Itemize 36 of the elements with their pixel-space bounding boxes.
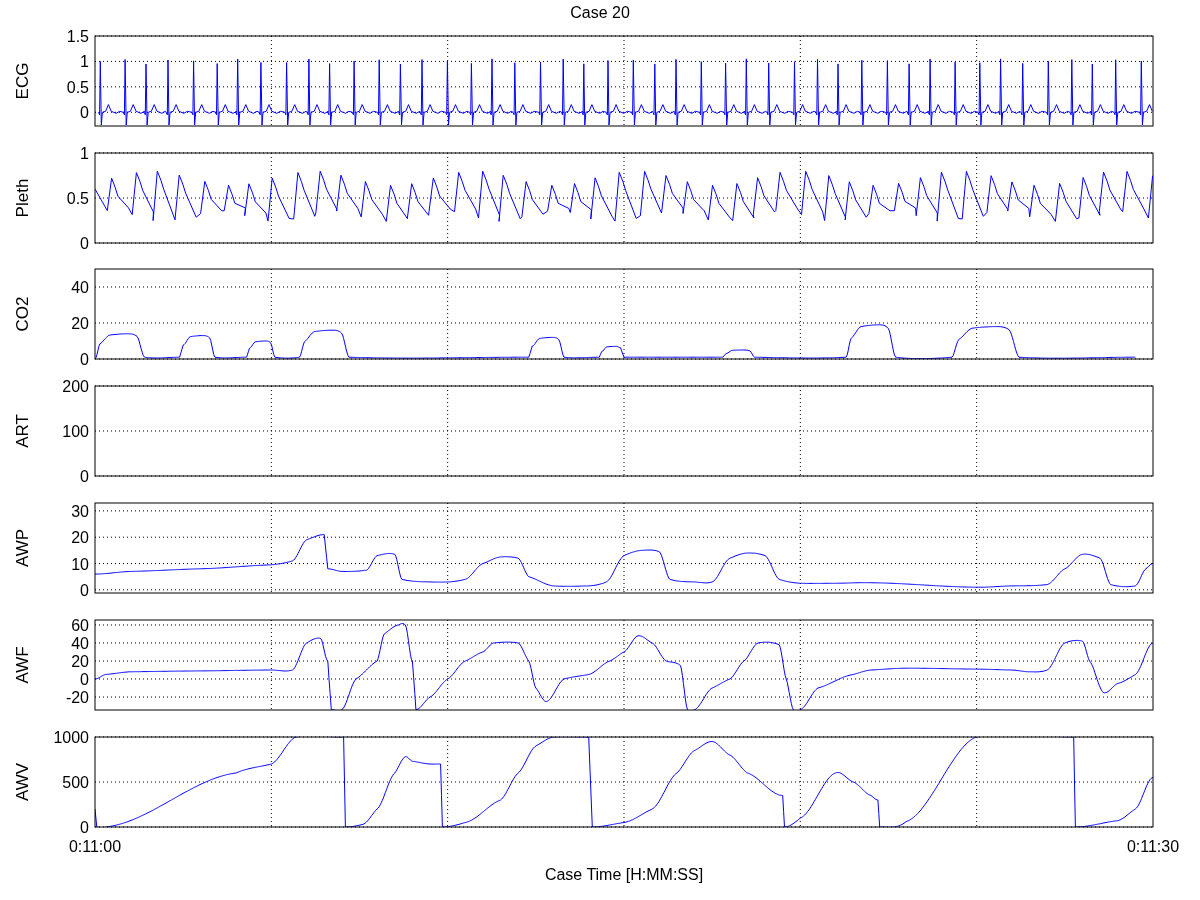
y-tick-label: 0	[80, 671, 89, 688]
y-tick-label: 20	[71, 653, 89, 670]
x-axis-label: Case Time [H:MM:SS]	[544, 866, 704, 883]
y-tick-label: 1.5	[66, 28, 89, 45]
y-tick-label: 40	[71, 634, 89, 652]
y-tick-label: 1	[80, 145, 89, 162]
y-tick-label: 100	[62, 423, 89, 440]
y-tick-label: 0.5	[66, 78, 89, 96]
y-axis-label: AWV	[13, 762, 32, 802]
y-tick-label: 20	[71, 529, 89, 547]
y-axis-label: ECG	[13, 62, 32, 100]
y-tick-label: 30	[71, 502, 89, 520]
y-tick-label: 0.5	[66, 190, 89, 207]
y-tick-label: 10	[71, 555, 89, 573]
x-tick-label: 0:11:30	[1126, 838, 1180, 855]
y-axis-label: Pleth	[13, 178, 32, 218]
y-axis-label: AWP	[13, 528, 32, 568]
y-tick-label: 0	[80, 581, 89, 599]
y-tick-label: 500	[62, 774, 89, 791]
y-tick-label: 0	[80, 351, 89, 368]
y-tick-label: 200	[62, 378, 89, 395]
figure-title: Case 20	[570, 4, 630, 21]
x-tick-label: 0:11:00	[68, 838, 122, 855]
y-tick-label: 0	[80, 819, 89, 836]
y-tick-label: 0	[80, 468, 89, 485]
y-tick-label: 40	[71, 279, 89, 296]
y-axis-label: ART	[13, 414, 32, 448]
y-tick-label: 1000	[53, 729, 89, 746]
y-axis-label: AWF	[13, 646, 32, 684]
y-tick-label: 60	[71, 616, 89, 634]
y-tick-label: 20	[71, 315, 89, 332]
y-axis-label: CO2	[13, 296, 32, 332]
y-tick-label: 0	[80, 235, 89, 252]
y-tick-label: 1	[80, 53, 89, 71]
y-tick-label: -20	[65, 689, 89, 707]
y-tick-label: 0	[80, 104, 89, 122]
